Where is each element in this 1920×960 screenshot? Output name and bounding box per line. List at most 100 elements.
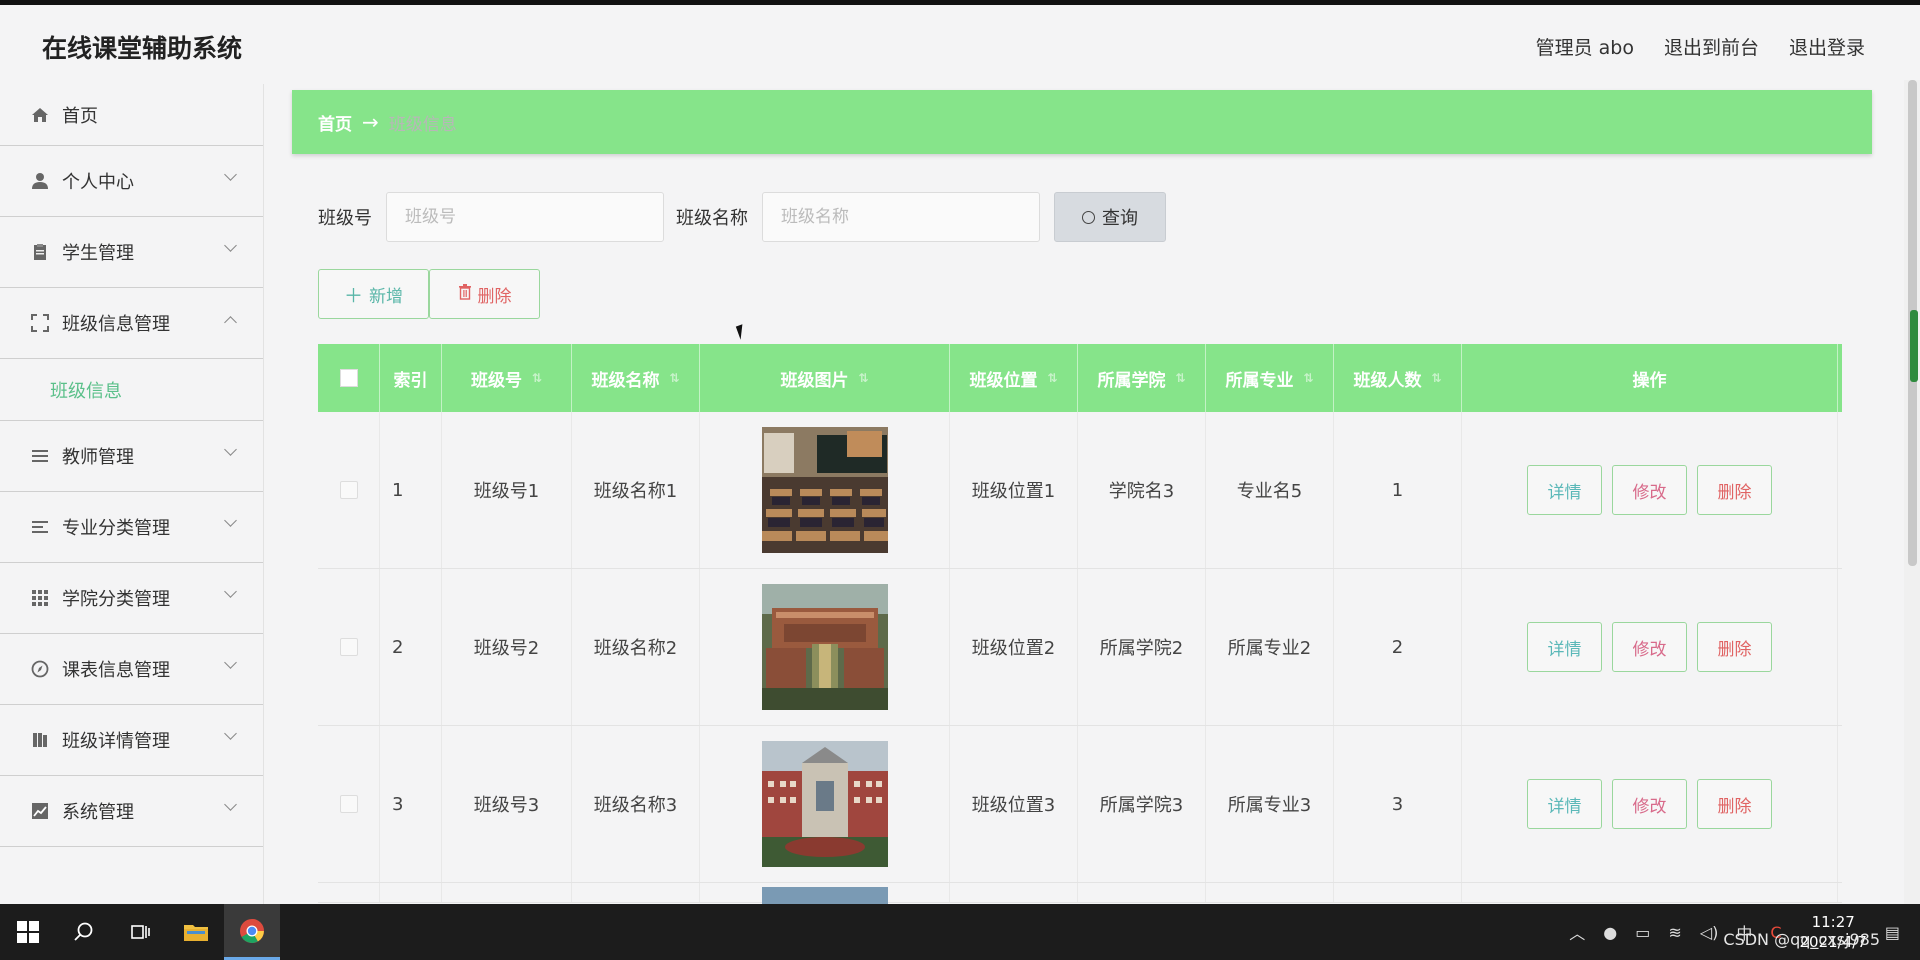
- clock-time: 11:27: [1811, 913, 1855, 931]
- cell-location: [950, 883, 1078, 902]
- detail-button[interactable]: 详情: [1527, 465, 1602, 515]
- battery-icon[interactable]: ▭: [1635, 923, 1650, 942]
- cell-count: 2: [1334, 569, 1462, 725]
- breadcrumb-home-link[interactable]: 首页: [318, 110, 352, 135]
- qq-icon[interactable]: ●: [1603, 923, 1617, 942]
- row-delete-button[interactable]: 删除: [1697, 465, 1772, 515]
- chart-icon: [30, 801, 50, 821]
- chevron-up-icon[interactable]: ︿: [1569, 920, 1585, 944]
- cell-count: 1: [1334, 412, 1462, 568]
- row-delete-button[interactable]: 删除: [1697, 779, 1772, 829]
- chevron-down-icon: [224, 727, 237, 740]
- sidebar-item-college-category-management[interactable]: 学院分类管理: [0, 563, 263, 634]
- chevron-up-icon: [224, 316, 237, 329]
- header-class-no[interactable]: 班级号 ⇅: [442, 344, 572, 412]
- cell-college: 学院名3: [1078, 412, 1206, 568]
- class-table: 索引 班级号 ⇅ 班级名称 ⇅ 班级图片 ⇅ 班级位置 ⇅ 所属学院 ⇅ 所属专业 ⇅ 班级…: [318, 344, 1842, 907]
- row-delete-button[interactable]: 删除: [1697, 622, 1772, 672]
- header-label: 所属专业: [1225, 370, 1294, 391]
- cell-location: 班级位置2: [950, 569, 1078, 725]
- search-icon: [1082, 210, 1095, 224]
- logout-link[interactable]: 退出登录: [1789, 33, 1865, 60]
- exit-to-front-link[interactable]: 退出到前台: [1664, 33, 1759, 60]
- header-college[interactable]: 所属学院 ⇅: [1078, 344, 1206, 412]
- query-button[interactable]: 查询: [1054, 192, 1166, 242]
- search-taskbar-button[interactable]: [56, 904, 112, 960]
- sidebar-item-personal-center[interactable]: 个人中心: [0, 146, 263, 217]
- notification-icon[interactable]: ▤: [1885, 923, 1900, 942]
- header-count[interactable]: 班级人数 ⇅: [1334, 344, 1462, 412]
- header-label: 班级人数: [1353, 370, 1422, 391]
- row-checkbox-cell: [318, 883, 380, 902]
- sidebar-item-label: 班级信息管理: [62, 314, 170, 335]
- sidebar-item-class-info-management[interactable]: 班级信息管理: [0, 288, 263, 359]
- sidebar-subitem-class-info[interactable]: 班级信息: [0, 359, 263, 421]
- detail-button[interactable]: 详情: [1527, 622, 1602, 672]
- edit-button[interactable]: 修改: [1612, 465, 1687, 515]
- header-class-image[interactable]: 班级图片 ⇅: [700, 344, 950, 412]
- delete-button[interactable]: 删除: [429, 269, 540, 319]
- search-icon: [74, 922, 93, 941]
- header-label: 班级号: [470, 370, 522, 391]
- row-checkbox[interactable]: [339, 481, 358, 499]
- file-explorer-button[interactable]: [168, 904, 224, 960]
- sidebar-item-student-management[interactable]: 学生管理: [0, 217, 263, 288]
- cell-index: [380, 883, 442, 902]
- edit-button[interactable]: 修改: [1612, 779, 1687, 829]
- sidebar-item-major-category-management[interactable]: 专业分类管理: [0, 492, 263, 563]
- cell-class-image: [700, 883, 950, 907]
- campus-aerial-photo[interactable]: [761, 584, 888, 710]
- header-index: 索引: [380, 344, 442, 412]
- cell-major: [1206, 883, 1334, 902]
- sort-icon: ⇅: [531, 371, 543, 385]
- class-no-input[interactable]: [386, 192, 664, 242]
- sidebar-item-label: 系统管理: [62, 802, 134, 823]
- school-building-photo[interactable]: [761, 741, 888, 867]
- folder-icon: [184, 925, 208, 941]
- start-button[interactable]: [0, 904, 56, 960]
- row-checkbox-cell[interactable]: [318, 726, 380, 882]
- sidebar-item-class-detail-management[interactable]: 班级详情管理: [0, 705, 263, 776]
- task-view-icon: [131, 925, 150, 939]
- row-checkbox[interactable]: [339, 795, 358, 813]
- add-button[interactable]: ＋ 新增: [318, 269, 429, 319]
- sidebar-item-home[interactable]: 首页: [0, 84, 263, 146]
- edit-button[interactable]: 修改: [1612, 622, 1687, 672]
- row-checkbox[interactable]: [339, 638, 358, 656]
- cell-location: 班级位置1: [950, 412, 1078, 568]
- select-all-checkbox[interactable]: [318, 344, 380, 412]
- sidebar-item-schedule-management[interactable]: 课表信息管理: [0, 634, 263, 705]
- home-icon: [30, 105, 50, 125]
- cell-count: [1334, 883, 1462, 902]
- row-checkbox-cell[interactable]: [318, 569, 380, 725]
- task-view-button[interactable]: [112, 904, 168, 960]
- header-class-name[interactable]: 班级名称 ⇅: [572, 344, 700, 412]
- classroom-photo[interactable]: [761, 427, 888, 553]
- cell-index: 3: [380, 726, 442, 882]
- detail-button[interactable]: 详情: [1527, 779, 1602, 829]
- sort-icon: ⇅: [858, 371, 869, 385]
- sidebar-item-label: 教师管理: [62, 447, 134, 468]
- header-major[interactable]: 所属专业 ⇅: [1206, 344, 1334, 412]
- sidebar-item-label: 个人中心: [62, 172, 134, 193]
- sidebar-item-teacher-management[interactable]: 教师管理: [0, 421, 263, 492]
- wifi-icon[interactable]: ≋: [1668, 923, 1681, 942]
- row-checkbox-cell[interactable]: [318, 412, 380, 568]
- sidebar-item-system-management[interactable]: 系统管理: [0, 776, 263, 847]
- volume-icon[interactable]: ◁): [1700, 923, 1719, 942]
- top-links: 管理员 abo 退出到前台 退出登录: [1536, 33, 1865, 60]
- cell-class-name: 班级名称3: [572, 726, 700, 882]
- header-label: 班级图片: [780, 370, 849, 391]
- windows-logo-icon: [17, 921, 39, 943]
- cell-class-no: [442, 883, 572, 902]
- header-location[interactable]: 班级位置 ⇅: [950, 344, 1078, 412]
- app-title: 在线课堂辅助系统: [42, 34, 243, 63]
- class-name-input[interactable]: [762, 192, 1040, 242]
- admin-user-label[interactable]: 管理员 abo: [1536, 33, 1634, 60]
- sort-icon: ⇅: [1431, 371, 1442, 385]
- chrome-button[interactable]: [224, 904, 280, 960]
- cell-class-name: 班级名称2: [572, 569, 700, 725]
- page-scrollbar[interactable]: [1904, 80, 1920, 905]
- cell-index: 2: [380, 569, 442, 725]
- compass-icon: [30, 659, 50, 679]
